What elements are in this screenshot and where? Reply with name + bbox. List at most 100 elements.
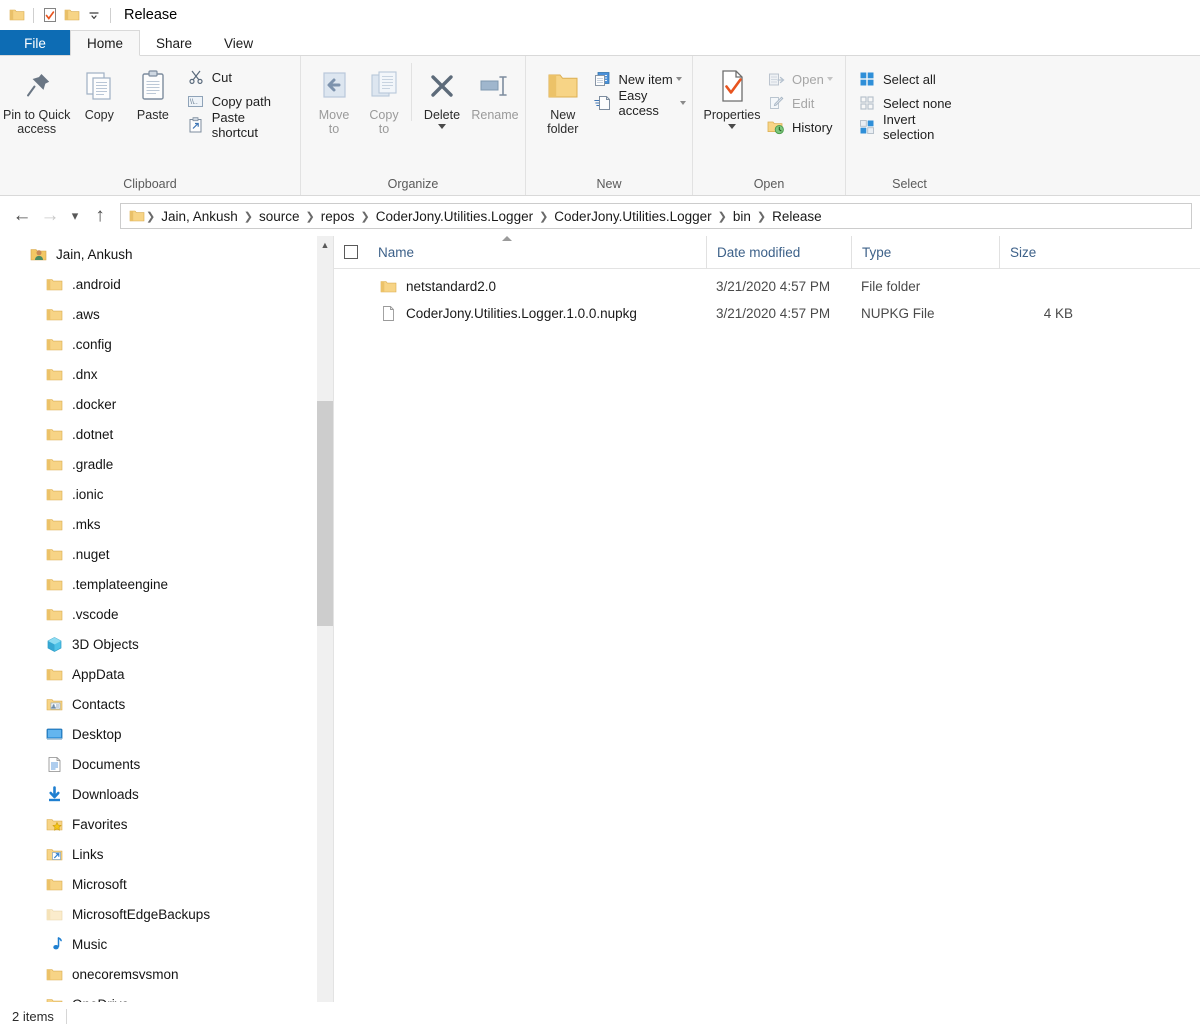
new-folder-icon[interactable] (61, 4, 83, 26)
tab-home[interactable]: Home (70, 30, 140, 56)
delete-caret-icon[interactable] (438, 124, 446, 129)
easy-access-caret-icon[interactable] (680, 101, 686, 105)
customize-quick-access-chevron-icon[interactable] (83, 4, 105, 26)
cut-button[interactable]: Cut (185, 65, 300, 89)
tab-view[interactable]: View (208, 30, 269, 56)
breadcrumb-item-2[interactable]: repos (316, 209, 360, 224)
tree-item[interactable]: .android (0, 269, 333, 299)
tree-item[interactable]: onecoremsvsmon (0, 959, 333, 989)
tree-item[interactable]: Links (0, 839, 333, 869)
file-type-cell: File folder (851, 279, 999, 294)
breadcrumb-folder-icon[interactable] (125, 208, 145, 224)
properties-icon[interactable] (39, 4, 61, 26)
scrollbar-thumb[interactable] (317, 401, 333, 626)
column-header-date-modified[interactable]: Date modified (706, 236, 851, 269)
open-caret-icon[interactable] (827, 77, 833, 81)
tree-item[interactable]: .dnx (0, 359, 333, 389)
tree-item[interactable]: 3D Objects (0, 629, 333, 659)
tab-file[interactable]: File (0, 30, 70, 56)
invert-selection-button[interactable]: Invert selection (856, 115, 973, 139)
recent-locations-chevron-icon[interactable]: ▾ (64, 202, 86, 230)
folder-icon (44, 874, 64, 894)
delete-x-icon (427, 67, 457, 105)
rename-button[interactable]: Rename (466, 61, 524, 122)
sort-ascending-caret-icon (502, 236, 512, 241)
folder-icon (44, 274, 64, 294)
properties-caret-icon[interactable] (728, 124, 736, 129)
nav-pane-scrollbar[interactable]: ▲ ▼ (316, 236, 333, 1026)
folder-icon[interactable] (6, 4, 28, 26)
tree-item[interactable]: .gradle (0, 449, 333, 479)
select-all-checkbox[interactable] (334, 236, 368, 269)
edit-label: Edit (792, 96, 814, 111)
new-folder-icon (546, 67, 580, 105)
scroll-up-arrow-icon[interactable]: ▲ (317, 236, 333, 253)
column-header-name[interactable]: Name (368, 236, 706, 269)
breadcrumb-separator[interactable]: ❯ (243, 210, 254, 223)
tree-item[interactable]: .mks (0, 509, 333, 539)
tree-item[interactable]: Contacts (0, 689, 333, 719)
breadcrumb-separator[interactable]: ❯ (145, 210, 156, 223)
tree-item[interactable]: .vscode (0, 599, 333, 629)
tree-item[interactable]: .config (0, 329, 333, 359)
breadcrumb-item-1[interactable]: source (254, 209, 305, 224)
tree-item-label: .mks (72, 517, 101, 532)
tree-item[interactable]: .nuget (0, 539, 333, 569)
tree-item[interactable]: .dotnet (0, 419, 333, 449)
copy-icon (82, 67, 116, 105)
address-bar: ← → ▾ ↑ ❯ Jain, Ankush ❯ source ❯ repos … (0, 196, 1200, 236)
history-button[interactable]: History (765, 115, 839, 139)
column-header-size[interactable]: Size (999, 236, 1095, 269)
tree-item[interactable]: Music (0, 929, 333, 959)
paste-button[interactable]: Paste (125, 61, 181, 122)
breadcrumb[interactable]: ❯ Jain, Ankush ❯ source ❯ repos ❯ CoderJ… (120, 203, 1192, 229)
paste-shortcut-button[interactable]: Paste shortcut (185, 113, 300, 137)
tree-item[interactable]: MicrosoftEdgeBackups (0, 899, 333, 929)
breadcrumb-separator[interactable]: ❯ (305, 210, 316, 223)
contacts-folder-icon (44, 694, 64, 714)
easy-access-label: Easy access (618, 88, 677, 118)
file-name-cell[interactable]: CoderJony.Utilities.Logger.1.0.0.nupkg (368, 304, 706, 324)
file-row[interactable]: CoderJony.Utilities.Logger.1.0.0.nupkg3/… (334, 300, 1200, 327)
breadcrumb-separator[interactable]: ❯ (538, 210, 549, 223)
ribbon-group-clipboard: Pin to Quick access (0, 56, 300, 195)
tree-item[interactable]: .ionic (0, 479, 333, 509)
tree-item[interactable]: Jain, Ankush (0, 239, 333, 269)
breadcrumb-item-0[interactable]: Jain, Ankush (156, 209, 243, 224)
breadcrumb-item-6[interactable]: Release (767, 209, 827, 224)
easy-access-button[interactable]: Easy access (591, 91, 692, 115)
new-folder-button[interactable]: New folder (540, 61, 585, 136)
file-name-cell[interactable]: netstandard2.0 (368, 277, 706, 297)
back-button[interactable]: ← (8, 202, 36, 230)
tree-item[interactable]: Downloads (0, 779, 333, 809)
new-item-caret-icon[interactable] (676, 77, 682, 81)
properties-button[interactable]: Properties (701, 61, 763, 129)
tab-share[interactable]: Share (140, 30, 208, 56)
tree-item[interactable]: .aws (0, 299, 333, 329)
tree-item[interactable]: .docker (0, 389, 333, 419)
forward-button[interactable]: → (36, 202, 64, 230)
pin-to-quick-access-button[interactable]: Pin to Quick access (0, 61, 73, 136)
tree-item[interactable]: AppData (0, 659, 333, 689)
delete-button[interactable]: Delete (418, 61, 466, 129)
up-button[interactable]: ↑ (86, 202, 114, 230)
breadcrumb-item-3[interactable]: CoderJony.Utilities.Logger (371, 209, 538, 224)
open-button[interactable]: Open (765, 67, 839, 91)
copy-to-button[interactable]: Copy to (359, 61, 409, 136)
breadcrumb-item-4[interactable]: CoderJony.Utilities.Logger (549, 209, 716, 224)
tree-item[interactable]: Favorites (0, 809, 333, 839)
select-all-button[interactable]: Select all (856, 67, 973, 91)
file-row[interactable]: netstandard2.03/21/2020 4:57 PMFile fold… (334, 273, 1200, 300)
tree-item[interactable]: Documents (0, 749, 333, 779)
breadcrumb-separator[interactable]: ❯ (756, 210, 767, 223)
breadcrumb-separator[interactable]: ❯ (360, 210, 371, 223)
tree-item[interactable]: Microsoft (0, 869, 333, 899)
move-to-button[interactable]: Move to (309, 61, 359, 136)
column-header-type[interactable]: Type (851, 236, 999, 269)
edit-button[interactable]: Edit (765, 91, 839, 115)
tree-item[interactable]: Desktop (0, 719, 333, 749)
breadcrumb-item-5[interactable]: bin (728, 209, 756, 224)
breadcrumb-separator[interactable]: ❯ (717, 210, 728, 223)
tree-item[interactable]: .templateengine (0, 569, 333, 599)
copy-button[interactable]: Copy (73, 61, 125, 122)
